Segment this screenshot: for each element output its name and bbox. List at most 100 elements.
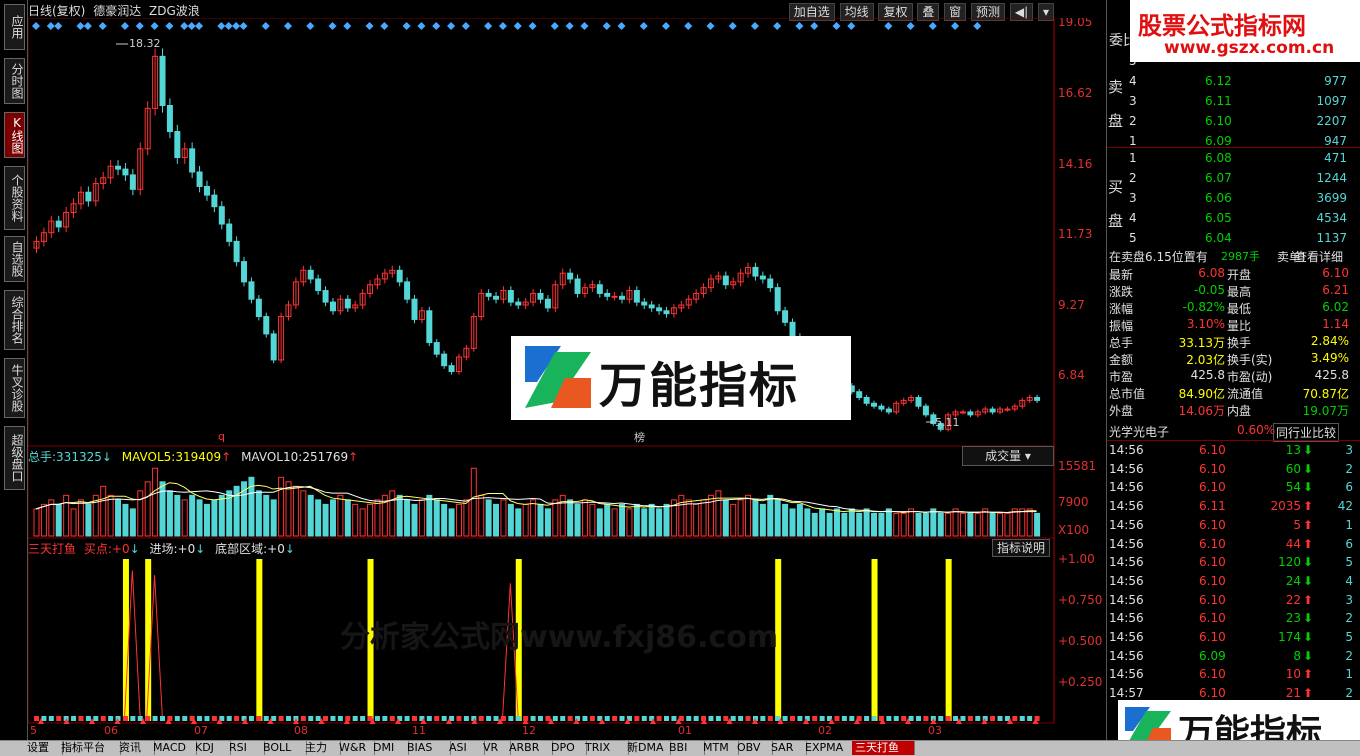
indicator-tab[interactable]: BOLL xyxy=(260,741,307,755)
tick-price: 6.10 xyxy=(1199,555,1226,570)
volume-bar xyxy=(107,494,114,537)
volume-dropdown[interactable]: 成交量 ▾ xyxy=(962,446,1054,466)
sector-change: 0.60% xyxy=(1237,423,1276,437)
left-nav-item[interactable]: K线图 xyxy=(4,112,25,158)
volume-bar xyxy=(218,494,225,537)
volume-bar xyxy=(426,494,433,537)
ask-level: 2 xyxy=(1129,114,1137,128)
volume-bar xyxy=(485,499,492,537)
volume-bar xyxy=(967,512,974,537)
down-arrow-icon: ⬇ xyxy=(1303,611,1314,626)
candle xyxy=(507,286,514,307)
date-label: 06 xyxy=(104,724,118,737)
bid-row: 3 6.06 3699 xyxy=(1107,189,1353,208)
volume-bar xyxy=(144,481,151,537)
left-nav-item[interactable]: 应用 xyxy=(4,4,25,50)
notice-link: 查看详细 xyxy=(1295,250,1344,264)
signal-diamond xyxy=(46,22,55,30)
indicator-base-bar xyxy=(382,716,388,721)
bid-price: 6.07 xyxy=(1205,171,1232,185)
indicator-tab[interactable]: 新DMA xyxy=(624,741,671,755)
left-nav-item[interactable]: 分时图 xyxy=(4,58,25,104)
indicator-base-bar xyxy=(493,716,499,721)
volume-bar xyxy=(1026,508,1033,537)
tick-volume: 2035 xyxy=(1270,499,1301,514)
candle xyxy=(737,268,744,287)
candle xyxy=(389,265,396,278)
indicator-tab[interactable]: ARBR xyxy=(506,741,553,755)
chevron-down-icon: ▾ xyxy=(1024,449,1031,463)
candle xyxy=(959,409,966,415)
bid-row: 4 6.05 4534 xyxy=(1107,209,1353,228)
candle xyxy=(693,289,700,304)
left-nav-item[interactable]: 综合排名 xyxy=(4,290,25,350)
volume-bar xyxy=(663,503,670,537)
indicator-tab[interactable]: EXPMA xyxy=(802,741,857,755)
left-nav-item[interactable]: 超级盘口 xyxy=(4,426,25,490)
candle xyxy=(152,48,159,116)
volume-bar xyxy=(189,494,196,537)
stat-value: 6.08 xyxy=(1198,266,1225,280)
volume-bar xyxy=(470,467,477,537)
total-vol-value: 331325 xyxy=(56,450,102,464)
indicator-header: 三天打鱼 买点:+0↓ 进场:+0↓ 底部区域:+0↓ xyxy=(28,540,295,557)
bid-level: 2 xyxy=(1129,171,1137,185)
stock-name: 德豪润达 xyxy=(93,4,142,18)
candle xyxy=(759,271,766,284)
candle xyxy=(633,286,640,307)
indicator-tab[interactable]: 指标平台 xyxy=(58,741,121,755)
candle xyxy=(255,295,262,321)
volume-bars xyxy=(33,467,1041,537)
low-annotation: 5.11 xyxy=(935,416,960,429)
candle xyxy=(1004,406,1011,412)
indicator-base-bar xyxy=(656,716,662,721)
order-notice[interactable]: 在卖盘6.15位置有 2987手 卖单! 查看详细 xyxy=(1107,246,1353,265)
ask-price: 6.11 xyxy=(1205,94,1232,108)
bid-price: 6.08 xyxy=(1205,151,1232,165)
indicator-base-bar xyxy=(893,716,899,721)
volume-bar xyxy=(633,503,640,537)
tick-price: 6.09 xyxy=(1199,648,1226,663)
indicator-help-button[interactable]: 指标说明 xyxy=(992,539,1051,557)
ask-level: 3 xyxy=(1129,94,1137,108)
stat-value: 3.10% xyxy=(1186,317,1225,331)
volume-bar xyxy=(596,508,603,537)
up-arrow-icon: ↑ xyxy=(348,450,359,464)
signal-diamond xyxy=(832,22,841,30)
left-nav-item[interactable]: 牛叉诊股 xyxy=(4,358,25,418)
indicator-base-bar xyxy=(122,716,128,721)
candle xyxy=(515,297,522,310)
candle xyxy=(226,218,233,247)
mavol5-label: MAVOL5: xyxy=(121,450,176,464)
tick-price: 6.11 xyxy=(1199,499,1226,514)
indicator-tab[interactable]: BIAS xyxy=(404,741,451,755)
indicator-base-bar xyxy=(508,716,514,721)
sector-row: 光学光电子 0.60% 同行业比较 xyxy=(1107,421,1353,442)
signal-diamond xyxy=(706,22,715,30)
volume-bar xyxy=(389,490,396,537)
date-label: 03 xyxy=(928,724,942,737)
signal-diamond xyxy=(32,22,40,30)
signal-diamond xyxy=(602,22,611,30)
price-tick: 6.84 xyxy=(1058,368,1085,382)
volume-bar xyxy=(648,503,655,537)
indicator-tab[interactable]: MACD xyxy=(150,741,197,755)
price-tick: 11.73 xyxy=(1058,227,1092,241)
tick-count: 2 xyxy=(1345,611,1353,626)
indicator-tab[interactable]: 三天打鱼 xyxy=(852,741,915,755)
tick-price: 6.10 xyxy=(1199,573,1226,588)
left-nav-item[interactable]: 个股资料 xyxy=(4,166,25,230)
price-tick: 14.16 xyxy=(1058,157,1092,171)
tick-row: 14:56 6.10 120 ⬇ 5 xyxy=(1107,553,1353,572)
candle xyxy=(885,406,892,415)
candle xyxy=(278,312,285,364)
candle xyxy=(982,406,989,415)
volume-tick: X100 xyxy=(1058,523,1089,537)
tick-price: 6.10 xyxy=(1199,667,1226,682)
candle xyxy=(670,303,677,318)
indicator-name: ZDG波浪 xyxy=(149,4,200,18)
volume-bar xyxy=(166,490,173,537)
left-nav-item[interactable]: 自选股 xyxy=(4,236,25,282)
indicator-tab[interactable]: TRIX xyxy=(582,741,629,755)
signal-diamond xyxy=(195,22,204,30)
